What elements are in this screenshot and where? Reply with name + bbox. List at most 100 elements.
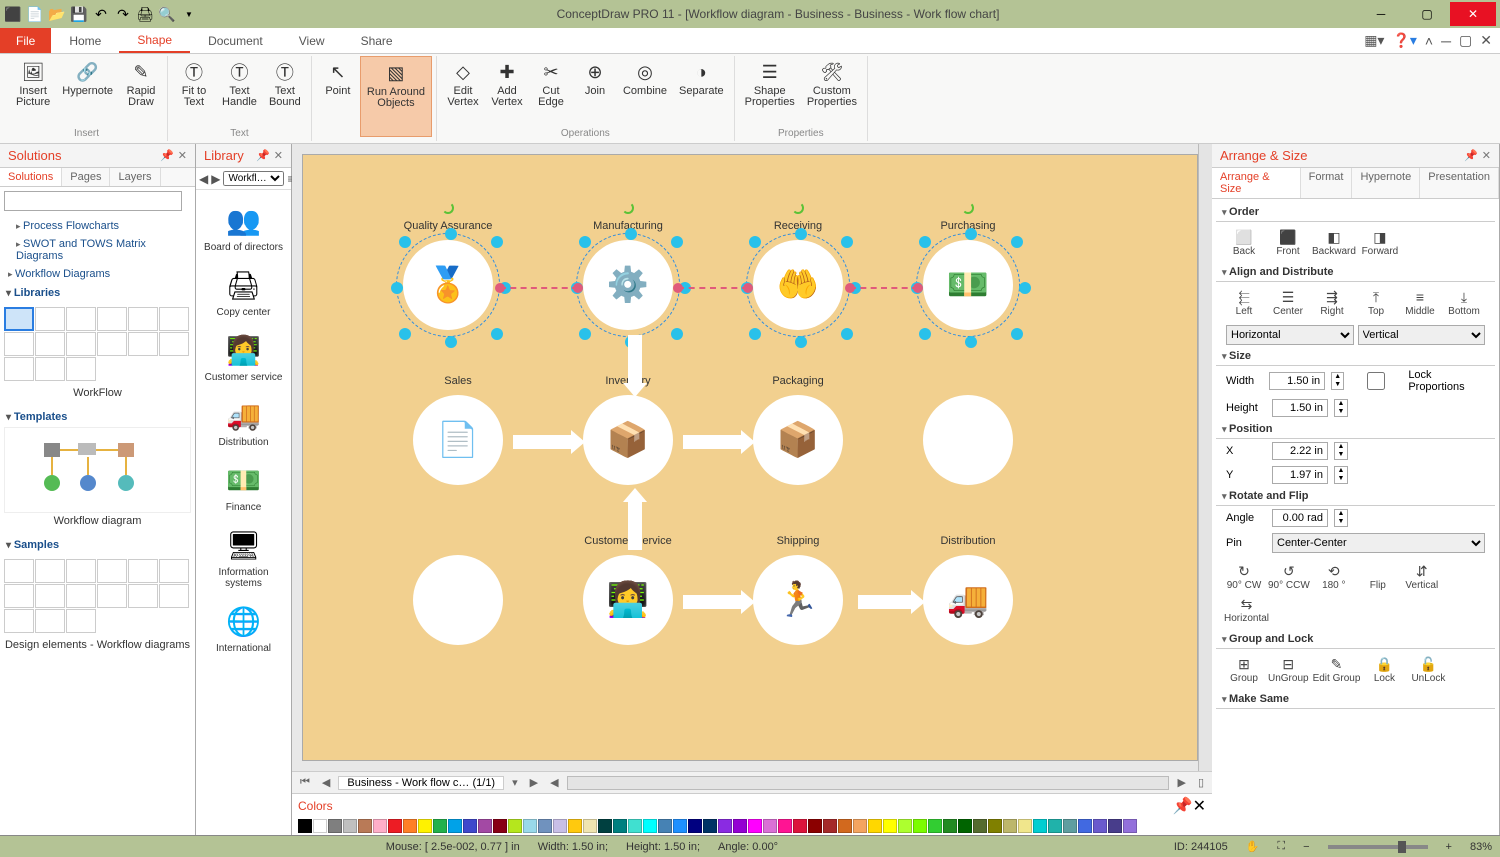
lock-button[interactable]: 🔒Lock [1364, 655, 1404, 684]
selection-handle[interactable] [749, 328, 761, 340]
color-swatch[interactable] [913, 819, 927, 833]
color-swatch[interactable] [793, 819, 807, 833]
libraries-thumbs[interactable] [4, 303, 191, 385]
color-swatch[interactable] [418, 819, 432, 833]
page-split-icon[interactable]: ▯ [1194, 776, 1208, 789]
arrow-connector[interactable] [683, 595, 743, 609]
color-swatch[interactable] [1063, 819, 1077, 833]
node-circle[interactable]: 📦 [753, 395, 843, 485]
status-hand-icon[interactable]: ✋ [1246, 840, 1260, 853]
forward-button[interactable]: ◨Forward [1360, 228, 1400, 257]
page-dropdown-icon[interactable]: ▾ [508, 776, 522, 789]
flip-vertical-button[interactable]: ⇵Vertical [1402, 562, 1442, 591]
makesame-section[interactable]: Make Same [1216, 690, 1495, 709]
node-circle[interactable]: ⚙️ [583, 240, 673, 330]
color-swatch[interactable] [463, 819, 477, 833]
y-input[interactable] [1272, 466, 1328, 484]
library-item-finance[interactable]: 💵Finance [200, 454, 287, 519]
selection-handle[interactable] [491, 236, 503, 248]
selection-handle[interactable] [445, 228, 457, 240]
color-swatch[interactable] [1003, 819, 1017, 833]
qat-dropdown-icon[interactable]: ▼ [180, 5, 198, 23]
color-swatch[interactable] [388, 819, 402, 833]
ribbon-separate-button[interactable]: ◑Separate [673, 56, 730, 126]
node-blank1[interactable] [923, 395, 1013, 485]
ribbon-hypernote-button[interactable]: 🔗Hypernote [56, 56, 119, 126]
zoom-percent[interactable]: 83% [1470, 841, 1492, 853]
apps-icon[interactable]: ▦▾ [1364, 32, 1384, 49]
node-circle[interactable]: 👩‍💻 [583, 555, 673, 645]
color-swatch[interactable] [1018, 819, 1032, 833]
top-button[interactable]: ⤒Top [1356, 288, 1396, 317]
library-item-distribution[interactable]: 🚚Distribution [200, 389, 287, 454]
node-purch[interactable]: Purchasing💵 [923, 240, 1013, 330]
color-swatch[interactable] [808, 819, 822, 833]
hscroll-right-icon[interactable]: ▶ [1173, 776, 1189, 789]
tab-share[interactable]: Share [343, 28, 411, 53]
arrange-tab-format[interactable]: Format [1301, 168, 1353, 198]
zoom-out-icon[interactable]: − [1303, 841, 1309, 853]
node-circle[interactable]: 🤲 [753, 240, 843, 330]
vertical-scrollbar[interactable] [1198, 144, 1212, 771]
color-swatch[interactable] [508, 819, 522, 833]
middle-button[interactable]: ≡Middle [1400, 288, 1440, 317]
canvas[interactable]: Quality Assurance🏅Manufacturing⚙️Receivi… [292, 144, 1212, 771]
y-spinner[interactable]: ▲▼ [1334, 466, 1348, 484]
color-swatch[interactable] [883, 819, 897, 833]
selection-handle[interactable] [399, 236, 411, 248]
selection-handle[interactable] [749, 236, 761, 248]
page-tab[interactable]: Business - Work flow c… (1/1) [338, 776, 504, 790]
node-dist[interactable]: Distribution🚚 [923, 555, 1013, 645]
color-swatch[interactable] [433, 819, 447, 833]
color-swatch[interactable] [328, 819, 342, 833]
color-swatch[interactable] [778, 819, 792, 833]
selection-handle[interactable] [579, 328, 591, 340]
node-circle[interactable]: 🏃 [753, 555, 843, 645]
color-swatch[interactable] [493, 819, 507, 833]
angle-input[interactable] [1272, 509, 1328, 527]
size-section[interactable]: Size [1216, 347, 1495, 366]
rotation-handle[interactable] [792, 202, 804, 214]
color-swatch[interactable] [628, 819, 642, 833]
maximize-button[interactable]: ▢ [1404, 2, 1450, 26]
minimize-button[interactable]: ─ [1358, 2, 1404, 26]
templates-header[interactable]: Templates [4, 407, 191, 427]
node-blank2[interactable] [413, 555, 503, 645]
samples-header[interactable]: Samples [4, 535, 191, 555]
color-swatch[interactable] [343, 819, 357, 833]
color-swatches[interactable] [298, 819, 1206, 833]
arrow-connector[interactable] [858, 595, 913, 609]
align-section[interactable]: Align and Distribute [1216, 263, 1495, 282]
x-spinner[interactable]: ▲▼ [1334, 442, 1348, 460]
selection-handle[interactable] [671, 328, 683, 340]
node-circle[interactable] [923, 395, 1013, 485]
selection-handle[interactable] [445, 336, 457, 348]
color-swatch[interactable] [1093, 819, 1107, 833]
node-pack[interactable]: Packaging📦 [753, 395, 843, 485]
rotation-handle[interactable] [622, 202, 634, 214]
selection-handle[interactable] [579, 236, 591, 248]
arrow-connector[interactable] [683, 435, 743, 449]
ungroup-button[interactable]: ⊟UnGroup [1268, 655, 1309, 684]
color-swatch[interactable] [673, 819, 687, 833]
tab-document[interactable]: Document [190, 28, 281, 53]
hscroll-left-icon[interactable]: ◀ [546, 776, 562, 789]
color-swatch[interactable] [958, 819, 972, 833]
collapse-ribbon-icon[interactable]: ˄ [1425, 33, 1433, 49]
node-circle[interactable]: 📦 [583, 395, 673, 485]
solutions-tab-solutions[interactable]: Solutions [0, 168, 62, 186]
x-input[interactable] [1272, 442, 1328, 460]
node-cs[interactable]: Customer Service👩‍💻 [583, 555, 673, 645]
ribbon-fit-to-button[interactable]: ⓉFit toText [172, 56, 216, 126]
template-thumb[interactable] [4, 427, 191, 513]
color-swatch[interactable] [538, 819, 552, 833]
library-dropdown[interactable]: Workfl… [223, 171, 284, 186]
zoom-in-icon[interactable]: + [1446, 841, 1452, 853]
ribbon-add-button[interactable]: ✚AddVertex [485, 56, 529, 126]
arrange-tab-arrange[interactable]: Arrange & Size [1212, 168, 1301, 198]
color-swatch[interactable] [373, 819, 387, 833]
selection-handle[interactable] [965, 228, 977, 240]
pin-select[interactable]: Center-Center [1272, 533, 1485, 553]
ribbon-join-button[interactable]: ⊕Join [573, 56, 617, 126]
file-tab[interactable]: File [0, 28, 51, 53]
